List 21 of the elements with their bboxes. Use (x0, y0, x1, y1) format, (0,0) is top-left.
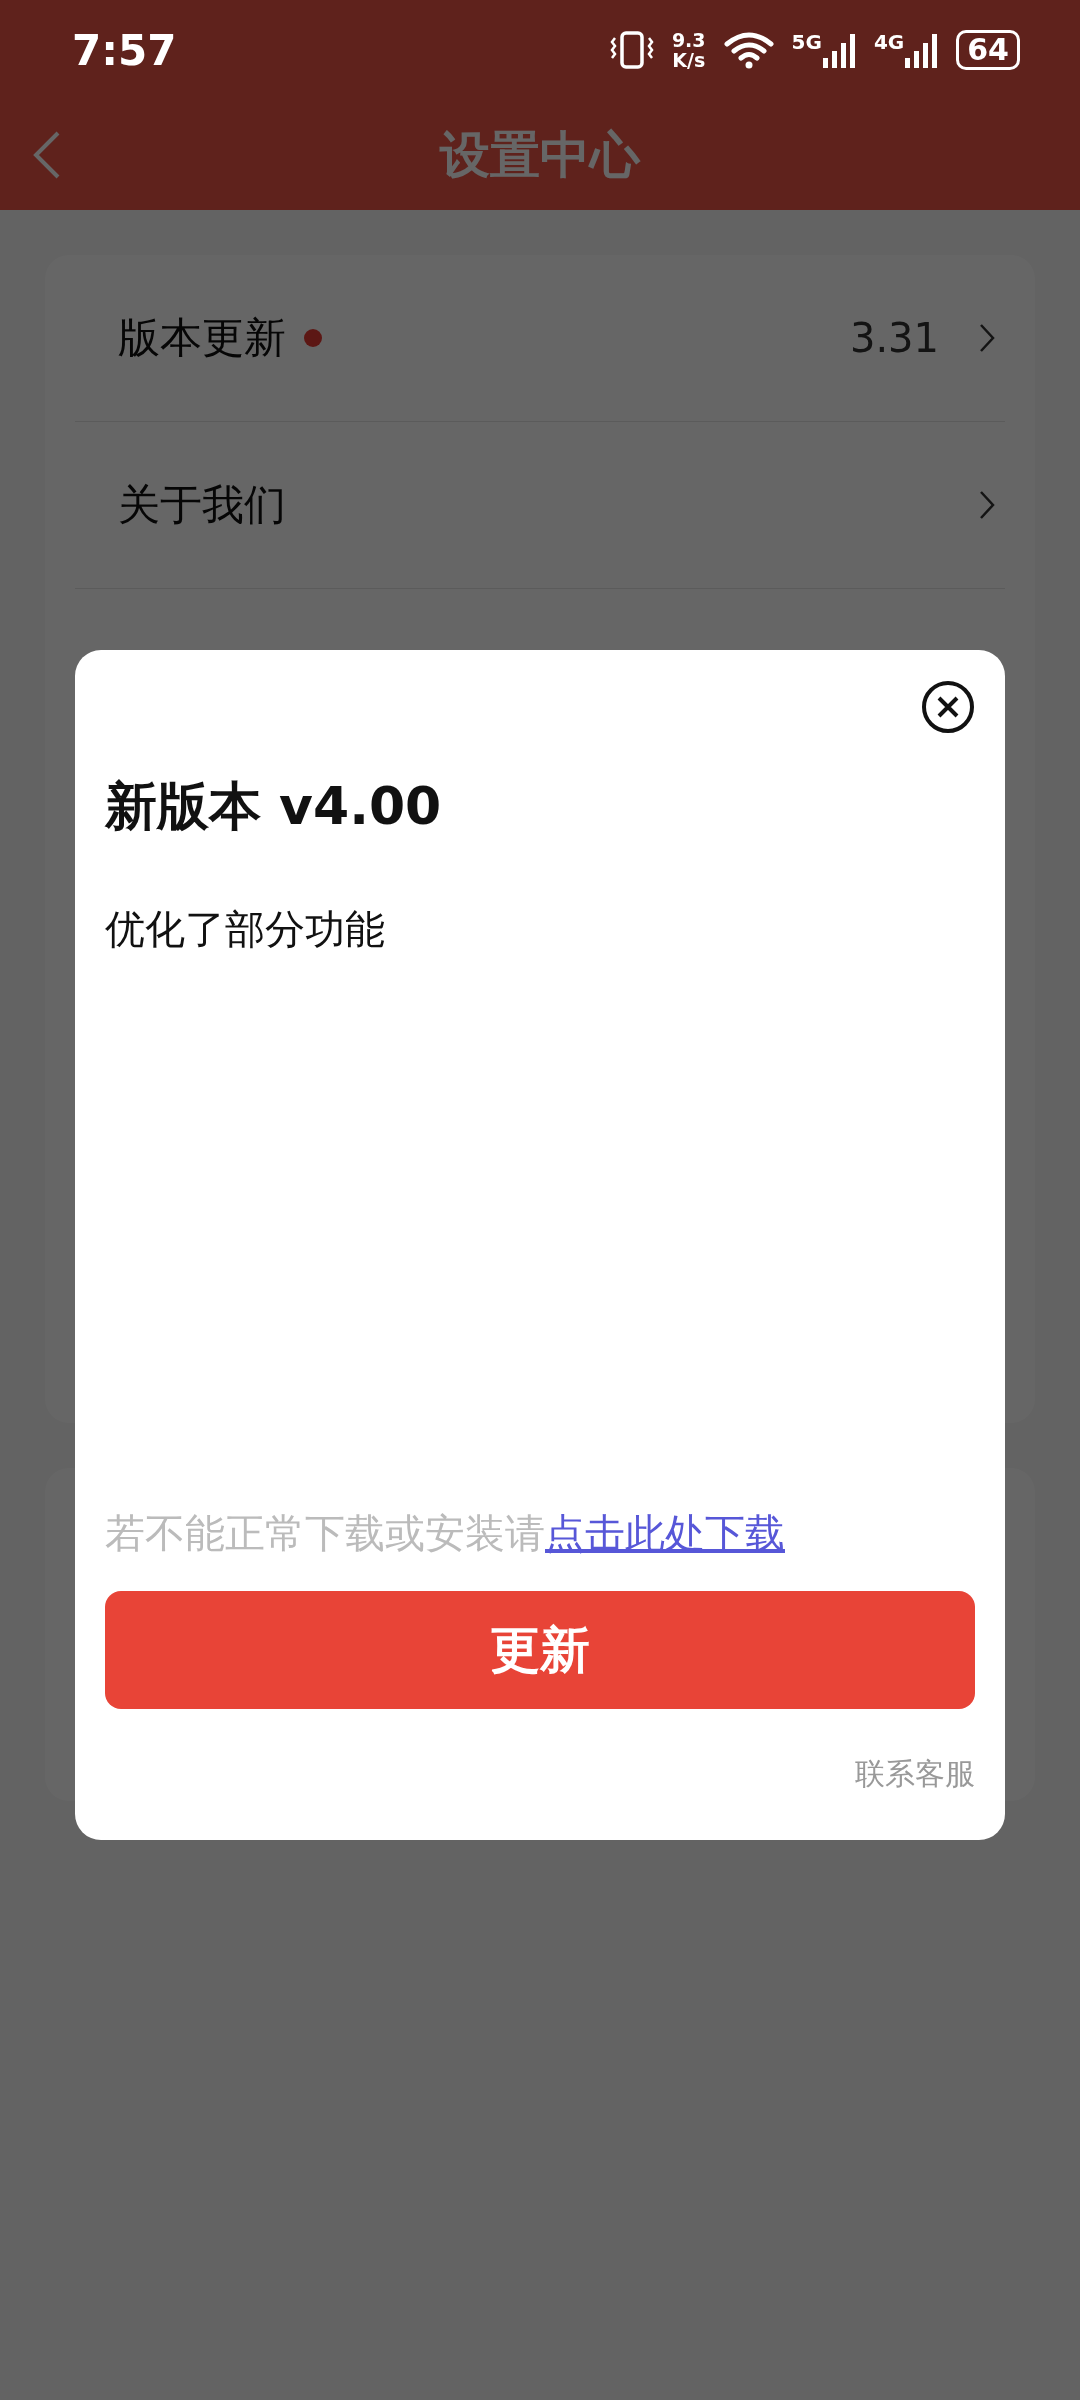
network-label: 5G (791, 30, 822, 54)
download-link[interactable]: 点击此处下载 (545, 1510, 785, 1556)
setting-label[interactable]: 版本更新 (118, 310, 286, 366)
close-icon[interactable] (921, 680, 975, 734)
page-title: 设置中心 (440, 124, 640, 186)
battery-indicator: 64 (956, 30, 1020, 70)
dialog-title: 新版本 v4.00 (105, 775, 443, 838)
network-label: 4G (873, 30, 905, 54)
wifi-icon (723, 30, 774, 70)
version-number: 3.31 (849, 315, 939, 361)
chevron-icon (979, 323, 995, 353)
update-button[interactable]: 更新 (105, 1591, 975, 1709)
net-speed-unit: K/s (672, 50, 706, 70)
chevron-icon (979, 490, 995, 520)
setting-label[interactable]: 关于我们 (118, 477, 286, 533)
status-time: 7:57 (72, 25, 177, 75)
contact-support-link[interactable]: 联系客服 (855, 1754, 975, 1795)
vibrate-icon (609, 30, 654, 70)
net-speed-value: 9.3 (671, 30, 706, 50)
download-hint: 若不能正常下载或安装请 (105, 1510, 545, 1556)
release-notes: 优化了部分功能 (105, 905, 386, 954)
